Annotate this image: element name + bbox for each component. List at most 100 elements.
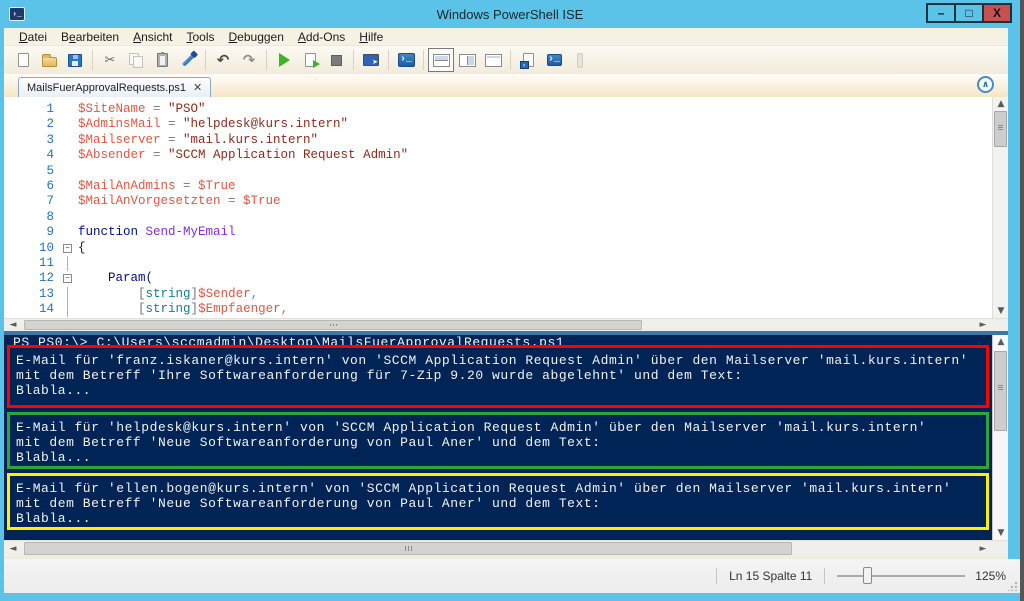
tab-close-icon[interactable]: ✕ xyxy=(193,81,202,94)
window-title: Windows PowerShell ISE xyxy=(0,7,1020,22)
code-line[interactable]: 11 xyxy=(4,256,1008,271)
code-token: "helpdesk@kurs.intern" xyxy=(183,117,348,132)
code-line[interactable]: 6$MailAnAdmins = $True xyxy=(4,179,1008,194)
start-powershell-exe-button[interactable] xyxy=(393,48,419,72)
menu-item-ansicht[interactable]: Ansicht xyxy=(126,30,179,44)
resize-grip[interactable] xyxy=(1008,581,1018,591)
line-number: 5 xyxy=(4,164,60,179)
code-line[interactable]: 5 xyxy=(4,164,1008,179)
zoom-slider-track[interactable] xyxy=(837,575,965,577)
code-line[interactable]: 1$SiteName = "PSO" xyxy=(4,102,1008,117)
code-line[interactable]: 9function Send-MyEmail xyxy=(4,225,1008,240)
console-hscroll-thumb[interactable] xyxy=(24,542,792,555)
code-token: string xyxy=(146,302,191,317)
editor-hscroll-thumb[interactable] xyxy=(24,320,642,330)
fold-gutter xyxy=(60,133,78,148)
console-output-line: mit dem Betreff 'Neue Softwareanforderun… xyxy=(16,435,986,450)
toolbar-overflow-button[interactable] xyxy=(567,48,593,72)
menu-item-debuggen[interactable]: Debuggen xyxy=(222,30,291,44)
console-vertical-scrollbar[interactable]: ▲ ▼ xyxy=(992,335,1008,540)
line-number: 3 xyxy=(4,133,60,148)
close-button[interactable]: X xyxy=(982,3,1012,23)
scroll-down-icon[interactable]: ▼ xyxy=(993,526,1008,540)
scroll-down-icon[interactable]: ▼ xyxy=(993,304,1008,318)
line-number: 12 xyxy=(4,271,60,286)
title-bar[interactable]: Windows PowerShell ISE xyxy=(0,0,1020,28)
cut-button[interactable]: ✂ xyxy=(97,48,123,72)
code-line[interactable]: 14 [string]$Empfaenger, xyxy=(4,302,1008,317)
run-selection-button[interactable] xyxy=(297,48,323,72)
run-play-icon xyxy=(279,53,290,67)
code-line[interactable]: 3$Mailserver = "mail.kurs.intern" xyxy=(4,133,1008,148)
code-line[interactable]: 4$Absender = "SCCM Application Request A… xyxy=(4,148,1008,163)
menu-item-bearbeiten[interactable]: Bearbeiten xyxy=(54,30,126,44)
fold-collapse-icon[interactable]: − xyxy=(60,271,78,286)
status-divider xyxy=(716,568,717,584)
code-line[interactable]: 2$AdminsMail = "helpdesk@kurs.intern" xyxy=(4,117,1008,132)
collapse-script-pane-button[interactable]: ∧ xyxy=(977,76,994,93)
status-divider xyxy=(824,568,825,584)
code-line[interactable]: 10−{ xyxy=(4,241,1008,256)
undo-button[interactable]: ↶ xyxy=(210,48,236,72)
fold-gutter xyxy=(60,179,78,194)
save-script-button[interactable] xyxy=(62,48,88,72)
scroll-right-icon[interactable]: ► xyxy=(976,319,990,331)
scroll-right-icon[interactable]: ► xyxy=(976,541,990,556)
code-line[interactable]: 12− Param( xyxy=(4,271,1008,286)
new-powershell-tab-button[interactable] xyxy=(515,48,541,72)
code-line[interactable]: 8 xyxy=(4,210,1008,225)
code-token: = xyxy=(161,117,184,132)
editor-vscroll-thumb[interactable] xyxy=(994,111,1007,147)
clear-console-button[interactable] xyxy=(175,48,201,72)
editor-horizontal-scrollbar[interactable]: ◄ ► xyxy=(4,318,1008,331)
show-console-pane-button[interactable] xyxy=(541,48,567,72)
code-line[interactable]: 13 [string]$Sender, xyxy=(4,287,1008,302)
code-token: = xyxy=(146,102,169,117)
scroll-up-icon[interactable]: ▲ xyxy=(993,335,1008,349)
code-line[interactable]: 7$MailAnVorgesetzten = $True xyxy=(4,194,1008,209)
scroll-up-icon[interactable]: ▲ xyxy=(993,97,1008,111)
console-output-line: Blabla... xyxy=(16,383,986,398)
save-floppy-icon xyxy=(68,54,82,67)
maximize-button[interactable]: □ xyxy=(954,3,984,23)
zoom-slider[interactable] xyxy=(837,566,965,586)
new-remote-powershell-tab-button[interactable] xyxy=(358,48,384,72)
run-script-button[interactable] xyxy=(271,48,297,72)
show-script-pane-maximized-button[interactable] xyxy=(480,48,506,72)
show-script-pane-top-button[interactable] xyxy=(428,48,454,72)
open-script-button[interactable] xyxy=(36,48,62,72)
menu-item-addons[interactable]: Add-Ons xyxy=(291,30,352,44)
copy-button[interactable] xyxy=(123,48,149,72)
minimize-button[interactable]: – xyxy=(926,3,956,23)
code-token: , xyxy=(251,287,259,302)
console-horizontal-scrollbar[interactable]: ◄ ► xyxy=(4,540,1008,556)
stop-square-icon xyxy=(331,55,342,66)
console-vscroll-thumb[interactable] xyxy=(994,351,1007,431)
fold-collapse-icon[interactable]: − xyxy=(60,241,78,256)
new-script-button[interactable] xyxy=(10,48,36,72)
code-area[interactable]: 1$SiteName = "PSO"2$AdminsMail = "helpde… xyxy=(4,97,1008,317)
tab-mailsfuerapprovalrequests[interactable]: MailsFuerApprovalRequests.ps1 ✕ xyxy=(18,77,211,97)
console-pane[interactable]: PS PS0:\> C:\Users\sccmadmin\Desktop\Mai… xyxy=(4,335,1008,540)
scroll-left-icon[interactable]: ◄ xyxy=(6,319,20,331)
code-token: $AdminsMail xyxy=(78,117,161,132)
menu-item-datei[interactable]: Datei xyxy=(12,30,54,44)
console-output-line: Blabla... xyxy=(16,511,986,526)
toolbar: ✂ ↶ ↷ xyxy=(4,46,1008,74)
paste-button[interactable] xyxy=(149,48,175,72)
zoom-slider-thumb[interactable] xyxy=(863,567,872,584)
redo-button[interactable]: ↷ xyxy=(236,48,262,72)
scroll-left-icon[interactable]: ◄ xyxy=(6,541,20,556)
code-token: { xyxy=(78,241,86,256)
editor-vertical-scrollbar[interactable]: ▲ ▼ xyxy=(992,97,1008,318)
script-pane-top-icon xyxy=(433,54,450,67)
code-token: $Empfaenger xyxy=(198,302,281,317)
menu-item-tools[interactable]: Tools xyxy=(179,30,221,44)
stop-operation-button[interactable] xyxy=(323,48,349,72)
menu-item-hilfe[interactable]: Hilfe xyxy=(352,30,390,44)
code-token: $Absender xyxy=(78,148,146,163)
show-script-pane-right-button[interactable] xyxy=(454,48,480,72)
script-editor-pane[interactable]: 1$SiteName = "PSO"2$AdminsMail = "helpde… xyxy=(4,97,1008,318)
console-output: E-Mail für 'franz.iskaner@kurs.intern' v… xyxy=(4,345,1008,530)
toolbar-separator xyxy=(92,50,93,70)
